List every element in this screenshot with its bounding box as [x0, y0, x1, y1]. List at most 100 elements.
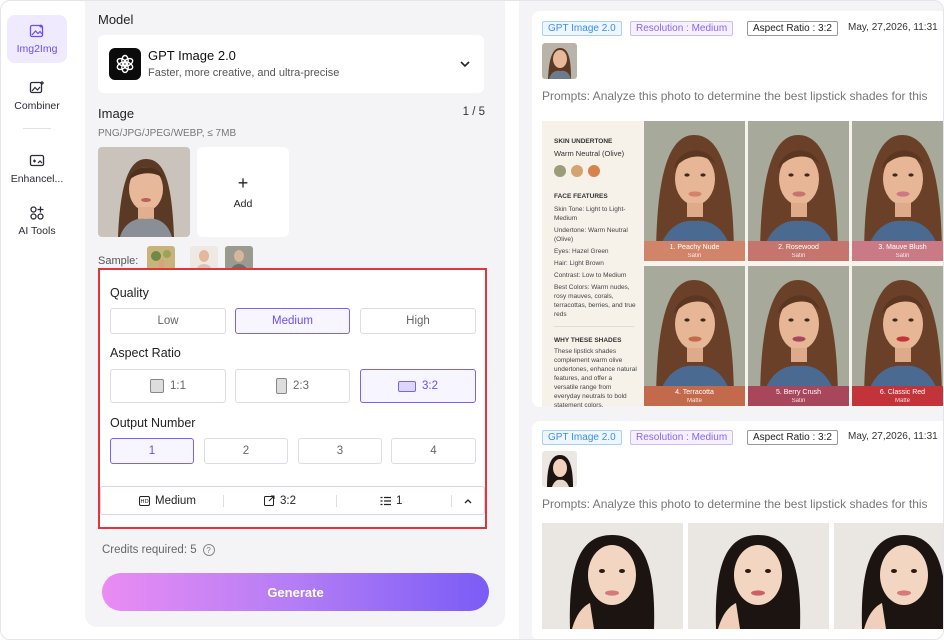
summary-output[interactable]: 1	[380, 487, 402, 514]
generate-button[interactable]: Generate	[102, 573, 489, 611]
result-date: May, 27,2026, 11:31	[848, 431, 938, 442]
output-option-1[interactable]: 1	[110, 438, 194, 464]
portrait-image	[644, 121, 745, 261]
result-prompt: Prompts: Analyze this photo to determine…	[542, 89, 928, 103]
feature-line: Skin Tone: Light to Light-Medium	[554, 206, 626, 222]
summary-aspect[interactable]: 3:2	[264, 487, 296, 514]
add-image-button[interactable]: + Add	[197, 147, 289, 237]
shade-finish: Satin	[895, 253, 910, 259]
list-count-icon	[380, 496, 391, 505]
shade-finish: Satin	[791, 398, 806, 404]
summary-output-label: 1	[396, 494, 403, 507]
aspect-ratio-label: Aspect Ratio	[110, 346, 181, 360]
aspect-option-1-1[interactable]: 1:1	[110, 369, 226, 403]
sidebar-item-ai-tools[interactable]: AI Tools	[7, 197, 67, 245]
shade-finish: Satin	[791, 253, 806, 259]
generated-image-1[interactable]: SKIN UNDERTONE Warm Neutral (Olive) FACE…	[542, 121, 943, 407]
openai-logo-icon	[109, 48, 141, 80]
result-portrait	[834, 523, 943, 629]
aspect-option-2-3[interactable]: 2:3	[235, 369, 350, 403]
shade-finish: Satin	[687, 253, 702, 259]
shade-cell: 6. Classic Red Matte	[852, 266, 943, 406]
shade-finish: Matte	[894, 398, 910, 404]
model-tag: GPT Image 2.0	[542, 430, 622, 445]
swatch-peach	[588, 165, 600, 177]
sample-label: Sample:	[98, 255, 139, 267]
model-name: GPT Image 2.0	[148, 48, 236, 63]
ai-tools-grid-icon	[30, 206, 44, 220]
resolution-tag: Resolution : Medium	[630, 430, 734, 445]
result-portrait	[688, 523, 829, 629]
summary-divider	[451, 495, 452, 507]
sidebar-item-img2img[interactable]: Img2Img	[7, 15, 67, 63]
output-option-2[interactable]: 2	[204, 438, 288, 464]
source-image-avatar[interactable]	[542, 451, 577, 487]
model-description: Faster, more creative, and ultra-precise	[148, 67, 340, 79]
summary-quality[interactable]: HD Medium	[139, 487, 196, 514]
quality-option-high[interactable]: High	[360, 308, 476, 334]
aspect-option-label: 3:2	[422, 380, 438, 392]
portrait-ratio-icon	[276, 378, 287, 394]
feature-line: Best Colors: Warm nudes, rosy mauves, co…	[554, 284, 636, 318]
help-icon[interactable]: ?	[202, 544, 215, 556]
sample-image-2[interactable]	[190, 246, 218, 270]
aspect-ratio-icon	[264, 495, 275, 506]
aspect-tag: Aspect Ratio : 3:2	[747, 430, 838, 445]
aspect-option-label: 1:1	[170, 380, 186, 392]
portrait-image	[852, 121, 943, 261]
feature-line: Eyes: Hazel Green	[554, 248, 609, 255]
skin-undertone-value: Warm Neutral (Olive)	[554, 149, 625, 158]
add-image-label: Add	[233, 198, 253, 210]
shade-name: 5. Berry Crush	[775, 389, 822, 396]
quality-option-medium[interactable]: Medium	[235, 308, 350, 334]
output-option-3[interactable]: 3	[298, 438, 382, 464]
sidebar-item-label: Combiner	[14, 100, 60, 112]
aspect-option-3-2[interactable]: 3:2	[360, 369, 476, 403]
portrait-image	[644, 266, 745, 406]
sidebar-item-label: Enhancel...	[10, 173, 64, 185]
sample-image-3[interactable]	[225, 246, 253, 270]
uploaded-image-thumbnail[interactable]	[98, 147, 190, 237]
shade-label: 4. Terracotta Matte	[644, 386, 745, 406]
quality-hd-icon: HD	[139, 495, 150, 506]
output-option-4[interactable]: 4	[391, 438, 476, 464]
quality-option-low[interactable]: Low	[110, 308, 226, 334]
shade-label: 6. Classic Red Matte	[852, 386, 943, 406]
generation-settings-popup: Quality Low Medium High Aspect Ratio 1:1…	[98, 268, 487, 529]
shade-label: 5. Berry Crush Satin	[748, 386, 849, 406]
portrait-image	[748, 121, 849, 261]
shade-name: 4. Terracotta	[675, 389, 714, 396]
sample-image-1[interactable]	[147, 246, 175, 270]
shade-cell: 4. Terracotta Matte	[644, 266, 745, 406]
model-selector[interactable]: GPT Image 2.0 Faster, more creative, and…	[98, 35, 484, 93]
sidebar-item-label: AI Tools	[18, 225, 56, 237]
shade-cell: 5. Berry Crush Satin	[748, 266, 849, 406]
result-card-1: GPT Image 2.0 Resolution : Medium Aspect…	[532, 11, 943, 407]
portrait-image	[852, 266, 943, 406]
sidebar-item-label: Img2Img	[16, 43, 58, 55]
chevron-up-icon[interactable]	[460, 493, 476, 509]
shade-cell: 3. Mauve Blush Satin	[852, 121, 943, 261]
shade-label: 3. Mauve Blush Satin	[852, 241, 943, 261]
feature-line: Contrast: Low to Medium	[554, 272, 627, 279]
summary-quality-label: Medium	[155, 494, 196, 507]
app-window: Img2Img Combiner Enhancel... AI Tools Mo…	[0, 0, 944, 640]
generation-panel: Model GPT Image 2.0 Faster, more creativ…	[85, 1, 505, 627]
analysis-panel: SKIN UNDERTONE Warm Neutral (Olive) FACE…	[542, 121, 643, 407]
generated-image-2[interactable]	[542, 523, 943, 629]
plus-icon: +	[237, 173, 249, 193]
settings-summary-bar[interactable]: HD Medium 3:2 1	[100, 486, 485, 515]
sidebar-item-combiner[interactable]: Combiner	[7, 72, 67, 120]
sidebar-item-enhancer[interactable]: Enhancel...	[7, 145, 67, 193]
shade-name: 6. Classic Red	[879, 389, 926, 396]
aspect-tag: Aspect Ratio : 3:2	[747, 21, 838, 36]
why-shades-text: These lipstick shades complement warm ol…	[554, 348, 637, 407]
result-prompt: Prompts: Analyze this photo to determine…	[542, 497, 928, 511]
model-section-label: Model	[98, 12, 134, 27]
square-ratio-icon	[150, 379, 164, 393]
summary-divider	[223, 495, 224, 507]
shade-finish: Matte	[686, 398, 702, 404]
shade-cell: 1. Peachy Nude Satin	[644, 121, 745, 261]
source-image-avatar[interactable]	[542, 43, 577, 79]
shade-name: 1. Peachy Nude	[669, 244, 720, 251]
